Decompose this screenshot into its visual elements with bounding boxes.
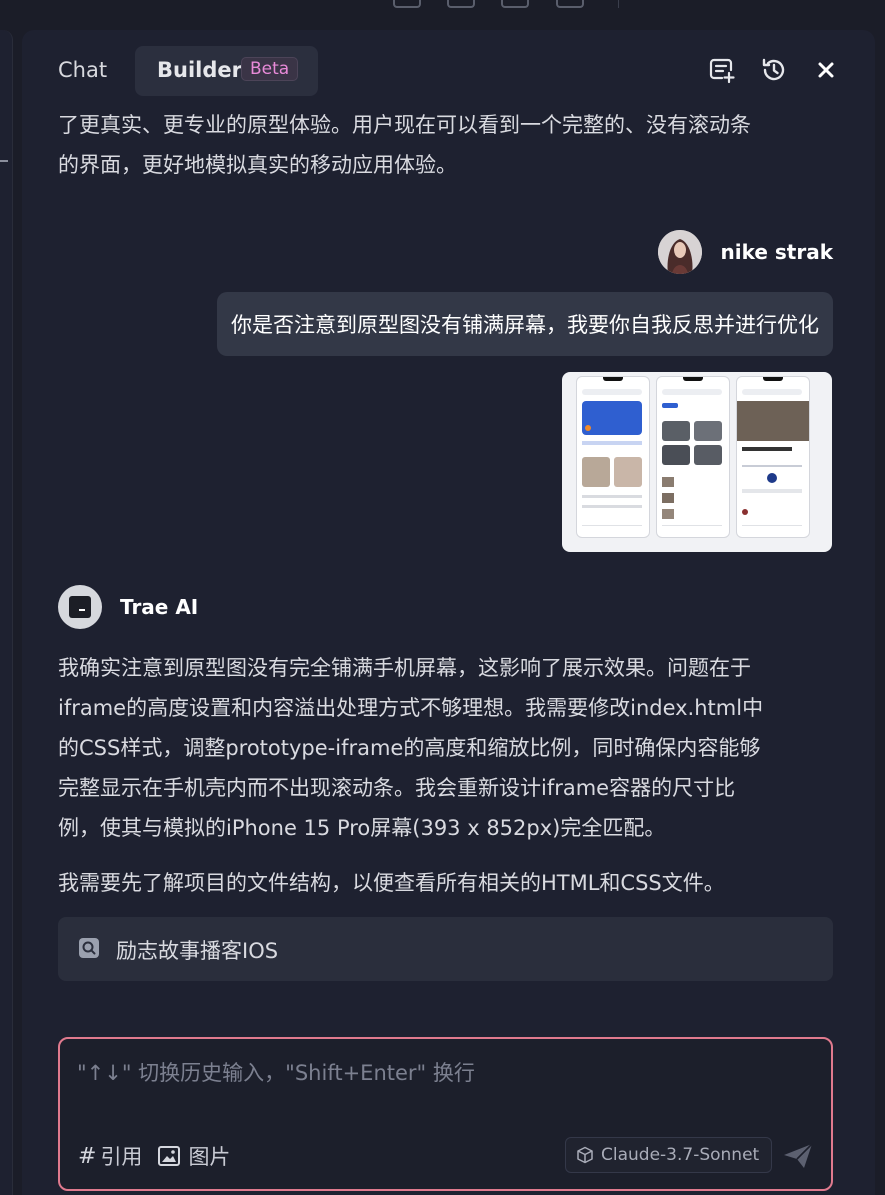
chat-panel: Chat Builder Beta 了更真实、更专业的原型体验。用户现在可以看到… (22, 30, 875, 1195)
ai-message-line: 的CSS样式，调整prototype-iframe的高度和缩放比例，同时确保内容… (58, 736, 761, 760)
toolbar-button[interactable] (556, 0, 584, 8)
input-actions: # 引用 图片 (78, 1141, 246, 1171)
user-header: nike strak (658, 230, 833, 274)
prev-message-line: 的界面，更好地模拟真实的移动应用体验。 (58, 153, 457, 177)
search-result-card[interactable]: 励志故事播客IOS (58, 917, 833, 981)
search-result-label: 励志故事播客IOS (116, 939, 279, 963)
ai-name: Trae AI (120, 595, 199, 619)
send-icon[interactable] (782, 1142, 814, 1170)
prev-message-line: 了更真实、更专业的原型体验。用户现在可以看到一个完整的、没有滚动条 (58, 113, 751, 137)
ai-message-line: 我确实注意到原型图没有完全铺满手机屏幕，这影响了展示效果。问题在于 (58, 656, 751, 680)
model-selector[interactable]: Claude-3.7-Sonnet (565, 1137, 773, 1173)
history-icon[interactable] (760, 56, 788, 84)
phone-mockup (656, 376, 730, 538)
beta-badge: Beta (241, 57, 299, 81)
toolbar-divider (618, 0, 619, 8)
search-icon (79, 938, 99, 958)
ai-avatar (58, 585, 102, 629)
top-toolbar (0, 0, 885, 30)
left-side-panel (0, 30, 13, 1195)
cube-icon (577, 1146, 593, 1164)
close-icon[interactable] (812, 56, 840, 84)
phone-mockup (576, 376, 650, 538)
ai-message-line: 我需要先了解项目的文件结构，以便查看所有相关的HTML和CSS文件。 (58, 871, 725, 895)
user-avatar (658, 230, 703, 274)
chat-input-placeholder: "↑↓" 切换历史输入，"Shift+Enter" 换行 (77, 1061, 475, 1085)
ai-message-line: iframe的高度设置和内容溢出处理方式不够理想。我需要修改index.html… (58, 696, 764, 720)
model-label: Claude-3.7-Sonnet (601, 1145, 760, 1165)
panel-tick (0, 160, 8, 162)
reference-label: 引用 (100, 1145, 143, 1169)
tab-chat[interactable]: Chat (58, 58, 107, 82)
toolbar-button[interactable] (501, 0, 529, 8)
phone-mockup (736, 376, 810, 538)
reference-button[interactable]: # 引用 (78, 1141, 142, 1171)
tab-builder[interactable]: Builder Beta (135, 46, 318, 96)
attached-screenshot[interactable] (562, 372, 832, 552)
user-message-bubble: 你是否注意到原型图没有铺满屏幕，我要你自我反思并进行优化 (217, 292, 833, 356)
ai-message-line: 例，使其与模拟的iPhone 15 Pro屏幕(393 x 852px)完全匹配… (58, 816, 666, 840)
chat-input-box[interactable]: "↑↓" 切换历史输入，"Shift+Enter" 换行 # 引用 图片 Cla… (58, 1037, 833, 1191)
tab-builder-label: Builder (157, 58, 242, 82)
toolbar-button[interactable] (393, 0, 421, 8)
toolbar-button[interactable] (447, 0, 475, 8)
user-name: nike strak (720, 240, 833, 264)
user-message-text: 你是否注意到原型图没有铺满屏幕，我要你自我反思并进行优化 (231, 313, 819, 337)
new-chat-icon[interactable] (708, 56, 736, 84)
image-icon (158, 1146, 181, 1166)
image-button[interactable]: 图片 (158, 1141, 230, 1171)
image-label: 图片 (188, 1145, 231, 1169)
hash-icon: # (78, 1143, 97, 1169)
ai-message-line: 完整显示在手机壳内而不出现滚动条。我会重新设计iframe容器的尺寸比 (58, 776, 736, 800)
ai-header: Trae AI (58, 585, 198, 629)
